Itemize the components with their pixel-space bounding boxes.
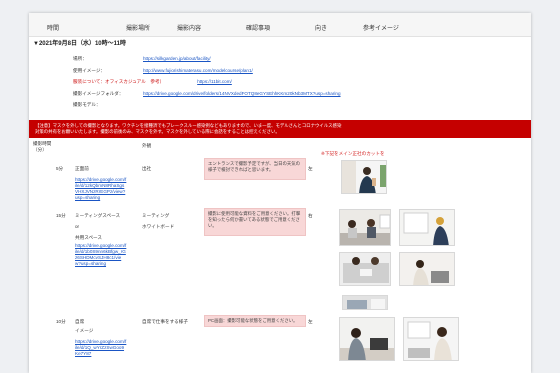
row3-reference-photo-2	[403, 317, 459, 361]
info-folder-label: 撮影イメージフォルダ：	[73, 91, 124, 96]
document-sheet: 時間 撮影場所 撮影内容 確認事項 向き 参考イメージ ▼2021年9月8日（水…	[29, 13, 531, 373]
row3-note: PC画面：撮影可能な状態をご用意ください。	[204, 315, 306, 327]
row3-reference-photo-1	[339, 317, 395, 361]
row2-reference-photo-3	[339, 252, 391, 286]
row1-content: 出社	[142, 166, 152, 171]
info-model-label: 撮影モデル：	[73, 102, 101, 107]
row2-place-2: 共用スペース	[75, 235, 103, 240]
row1-note: エントランスで撮影予定ですが、当日の天気の様子で検討できればと思います。	[204, 158, 306, 180]
info-folder-link[interactable]: https://drive.google.com/drive/folders/1…	[143, 91, 341, 96]
row2-content-2: ホワイトボード	[142, 224, 175, 229]
info-place-label: 場所：	[73, 56, 87, 61]
header-check: 確認事項	[246, 26, 271, 32]
row2-or: or	[75, 224, 80, 229]
header-reference: 参考イメージ	[363, 26, 399, 32]
info-model: 撮影モデル：	[73, 102, 143, 108]
info-usage-label: 使用イメージ：	[73, 68, 106, 73]
row2-content: ミーティング	[142, 213, 170, 218]
info-place: 場所： https://silkgarden.jp/about/facility/	[73, 56, 211, 62]
row3-link[interactable]: https://drive.google.com/file/d/1Q_wYrZz…	[75, 339, 127, 357]
row1-time: 5分	[56, 166, 64, 171]
info-dress-link[interactable]: https://11bit.com/	[197, 79, 232, 84]
date-row: ▼2021年9月8日（水）10時～11時	[33, 41, 126, 47]
row2-time: 15分	[56, 213, 66, 218]
row2-place: ミーティングスペース	[75, 213, 121, 218]
row2-direction: 右	[308, 213, 313, 218]
header-content: 撮影内容	[177, 26, 202, 32]
row3-time: 10分	[56, 319, 66, 324]
info-usage-link[interactable]: http://www.fujiorishimaterasu.com/modelc…	[143, 68, 253, 73]
row1-direction: 左	[308, 166, 313, 171]
table-header: 時間 撮影場所 撮影内容 確認事項 向き 参考イメージ	[29, 13, 531, 37]
note-red: ※下記をメイン正社のカットを	[321, 151, 385, 156]
info-dress-label: 服装について：オフィスカジュアル 参考）	[73, 79, 165, 84]
info-place-link[interactable]: https://silkgarden.jp/about/facility/	[143, 56, 211, 61]
col-time-header: 撮影時間 （分）	[33, 141, 52, 152]
header-direction: 向き	[315, 26, 328, 32]
row1-place: 正面前	[75, 166, 89, 171]
row2-reference-photo-4	[399, 252, 455, 286]
row1-link[interactable]: https://drive.google.com/file/d/12kQbmN8…	[75, 177, 127, 201]
row2-note: 撮影に使用可能な資料をご用意ください。打撃を知ったら何か書いてある状態でご用意く…	[204, 208, 306, 236]
row3-direction: 左	[308, 319, 313, 324]
row3-content: 自席で仕事をする様子	[142, 319, 188, 324]
col-exterior-header: 外観	[142, 143, 152, 148]
row2-reference-photo-5	[342, 295, 388, 310]
notice-banner: 【注意】マスクを外しての撮影となります。ワクチンを接種済でもブレークスルー感染例…	[29, 120, 531, 138]
info-usage: 使用イメージ： http://www.fujiorishimaterasu.com…	[73, 68, 253, 74]
info-folder: 撮影イメージフォルダ： https://drive.google.com/driv…	[73, 91, 341, 97]
row3-place: 自席	[75, 319, 85, 324]
row2-reference-photo-1	[339, 209, 391, 246]
row2-reference-photo-2	[399, 209, 455, 246]
header-place: 撮影場所	[126, 26, 151, 32]
row3-place-2: イメージ	[75, 328, 94, 333]
info-dress: 服装について：オフィスカジュアル 参考） https://11bit.com/	[73, 79, 232, 85]
notice-line-2: 対策の共有をお願いいたします。撮影の前後のみ、マスクを外す。マスクを外している際…	[35, 129, 280, 134]
header-time: 時間	[47, 26, 60, 32]
row2-link[interactable]: https://drive.google.com/file/d/1b0S9nn6…	[75, 243, 127, 267]
row1-reference-photo	[341, 160, 387, 194]
